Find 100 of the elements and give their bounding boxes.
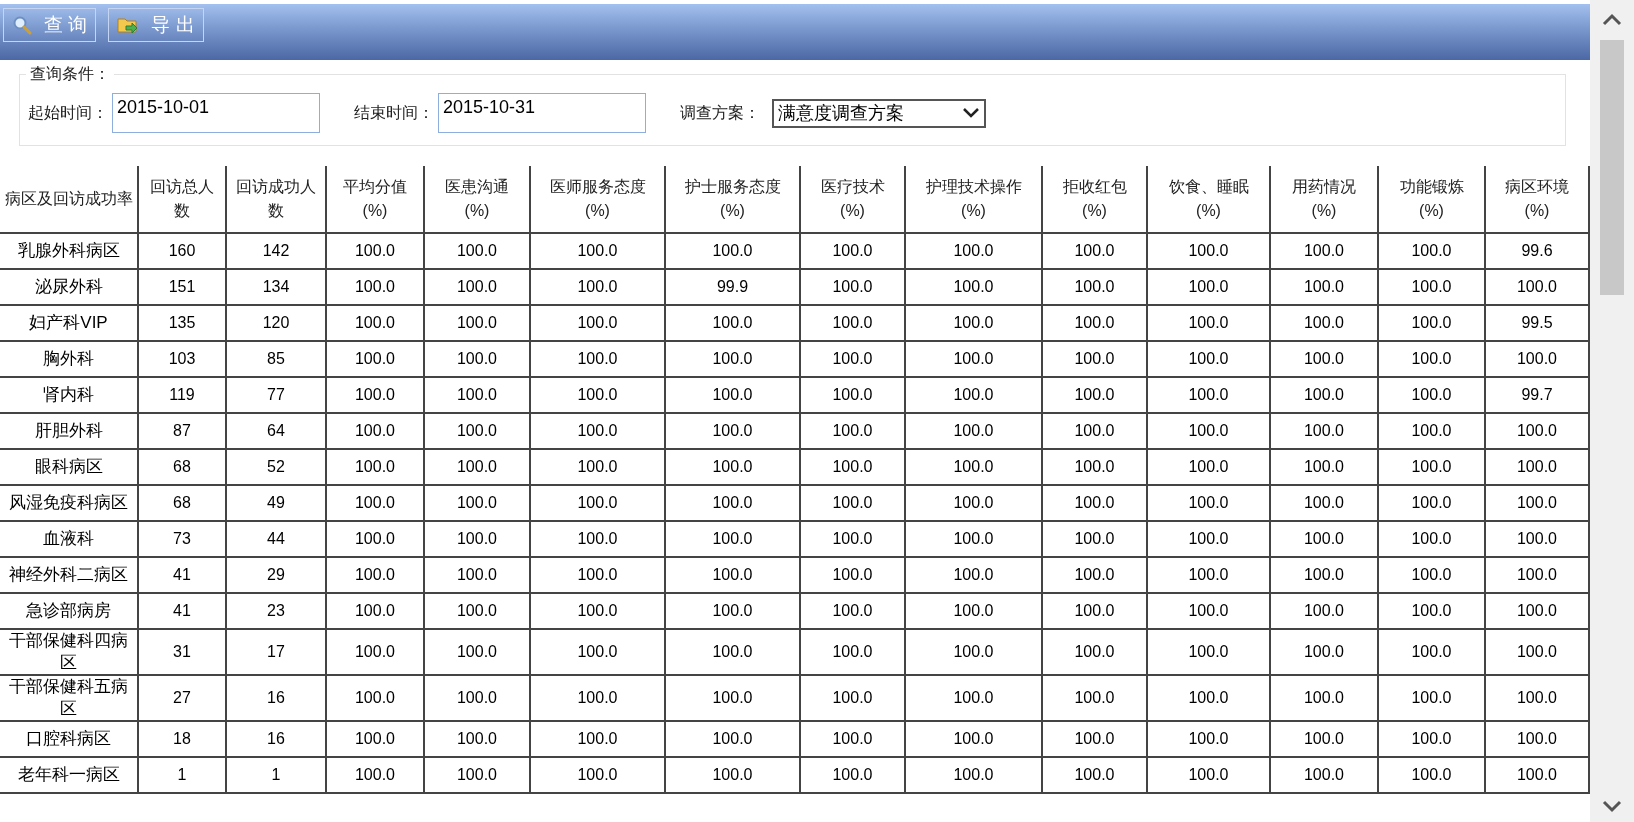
table-cell: 100.0 [1378, 593, 1485, 629]
table-cell: 100.0 [1378, 377, 1485, 413]
table-cell: 眼科病区 [0, 449, 138, 485]
table-cell: 100.0 [1270, 757, 1378, 793]
table-cell: 100.0 [326, 305, 424, 341]
table-cell: 100.0 [1378, 521, 1485, 557]
table-cell: 100.0 [905, 413, 1042, 449]
table-cell: 17 [226, 629, 326, 675]
table-cell: 41 [138, 593, 226, 629]
table-cell: 100.0 [530, 341, 665, 377]
table-cell: 100.0 [424, 629, 530, 675]
table-cell: 100.0 [326, 269, 424, 305]
date-field[interactable]: 2015-10-01 [112, 93, 320, 133]
table-cell: 100.0 [1270, 413, 1378, 449]
table-cell: 100.0 [326, 341, 424, 377]
table-cell: 100.0 [424, 557, 530, 593]
table-cell: 100.0 [800, 675, 905, 721]
table-cell: 100.0 [1147, 485, 1270, 521]
table-cell: 肝胆外科 [0, 413, 138, 449]
table-cell: 100.0 [665, 377, 800, 413]
table-cell: 肾内科 [0, 377, 138, 413]
table-cell: 100.0 [1147, 305, 1270, 341]
table-cell: 142 [226, 233, 326, 269]
table-cell: 100.0 [1147, 341, 1270, 377]
column-header: 护士服务态度 (%) [665, 166, 800, 233]
table-cell: 100.0 [1042, 233, 1147, 269]
field-label: 结束时间： [354, 103, 434, 123]
table-cell: 100.0 [1270, 341, 1378, 377]
search-icon [12, 15, 32, 35]
table-cell: 100.0 [326, 675, 424, 721]
table-cell: 100.0 [424, 675, 530, 721]
table-cell: 100.0 [1042, 269, 1147, 305]
table-cell: 100.0 [1270, 233, 1378, 269]
table-cell: 100.0 [530, 629, 665, 675]
table-cell: 100.0 [530, 675, 665, 721]
table-cell: 100.0 [326, 413, 424, 449]
table-cell: 100.0 [1378, 341, 1485, 377]
table-cell: 27 [138, 675, 226, 721]
table-cell: 100.0 [905, 305, 1042, 341]
table-cell: 100.0 [1378, 413, 1485, 449]
table-cell: 100.0 [1042, 721, 1147, 757]
table-cell: 100.0 [326, 757, 424, 793]
table-cell: 100.0 [424, 449, 530, 485]
table-cell: 口腔科病区 [0, 721, 138, 757]
table-cell: 100.0 [1147, 269, 1270, 305]
table-cell: 100.0 [800, 449, 905, 485]
table-cell: 100.0 [1147, 675, 1270, 721]
table-cell: 100.0 [424, 721, 530, 757]
table-cell: 100.0 [530, 521, 665, 557]
table-cell: 100.0 [800, 485, 905, 521]
table-cell: 100.0 [1147, 449, 1270, 485]
table-cell: 100.0 [665, 413, 800, 449]
table-cell: 119 [138, 377, 226, 413]
table-cell: 100.0 [905, 593, 1042, 629]
table-cell: 100.0 [326, 449, 424, 485]
table-cell: 99.9 [665, 269, 800, 305]
table-cell: 100.0 [1378, 629, 1485, 675]
table-cell: 100.0 [326, 233, 424, 269]
plan-dropdown[interactable]: 满意度调查方案 [772, 98, 986, 128]
table-cell: 100.0 [530, 305, 665, 341]
table-cell: 100.0 [1042, 413, 1147, 449]
table-cell: 100.0 [1147, 757, 1270, 793]
table-cell: 100.0 [1270, 557, 1378, 593]
table-cell: 100.0 [1147, 521, 1270, 557]
table-cell: 100.0 [1042, 449, 1147, 485]
table-cell: 100.0 [530, 485, 665, 521]
table-cell: 73 [138, 521, 226, 557]
table-cell: 134 [226, 269, 326, 305]
table-cell: 干部保健科四病区 [0, 629, 138, 675]
scroll-thumb[interactable] [1600, 40, 1624, 295]
table-cell: 68 [138, 485, 226, 521]
scrollbar[interactable] [1590, 0, 1634, 822]
table-cell: 100.0 [1042, 305, 1147, 341]
table-cell: 41 [138, 557, 226, 593]
date-field[interactable]: 2015-10-31 [438, 93, 646, 133]
table-cell: 100.0 [665, 593, 800, 629]
table-cell: 100.0 [1042, 557, 1147, 593]
table-cell: 100.0 [1147, 721, 1270, 757]
table-cell: 87 [138, 413, 226, 449]
table-cell: 1 [138, 757, 226, 793]
table-cell: 100.0 [1042, 485, 1147, 521]
table-cell: 100.0 [800, 557, 905, 593]
table-cell: 100.0 [800, 233, 905, 269]
table-cell: 100.0 [800, 377, 905, 413]
column-header: 拒收红包 (%) [1042, 166, 1147, 233]
table-cell: 100.0 [326, 593, 424, 629]
table-cell: 100.0 [905, 269, 1042, 305]
table-cell: 100.0 [530, 593, 665, 629]
table-cell: 100.0 [326, 629, 424, 675]
table-cell: 风湿免疫科病区 [0, 485, 138, 521]
table-cell: 100.0 [424, 305, 530, 341]
table-cell: 100.0 [665, 757, 800, 793]
table-cell: 100.0 [905, 341, 1042, 377]
column-header: 用药情况 (%) [1270, 166, 1378, 233]
table-cell: 100.0 [665, 485, 800, 521]
column-header: 医师服务态度 (%) [530, 166, 665, 233]
table-cell: 100.0 [1378, 557, 1485, 593]
table-cell: 77 [226, 377, 326, 413]
table-cell: 100.0 [905, 721, 1042, 757]
table-cell: 100.0 [905, 757, 1042, 793]
